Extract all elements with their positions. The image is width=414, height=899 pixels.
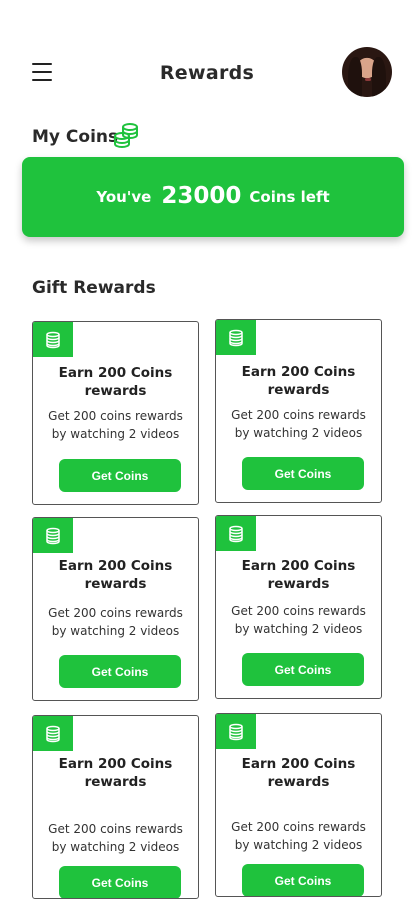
gift-rewards-heading: Gift Rewards [32,278,156,298]
card-description-line2: by watching 2 videos [51,624,180,638]
card-title: Earn 200 Coins rewards [58,558,173,592]
coin-badge [216,516,256,551]
card-description-line2: by watching 2 videos [234,622,363,636]
card-description-line1: Get 200 coins rewards [48,822,183,836]
coin-badge [216,714,256,749]
coins-icon [229,723,243,740]
coin-badge [33,518,73,553]
card-title: Earn 200 Coins rewards [58,365,173,399]
reward-card: Earn 200 Coins rewards Get 200 coins rew… [215,515,382,699]
coins-stack-icon [114,123,138,148]
card-title: Earn 200 Coins rewards [241,364,356,398]
coins-icon [229,525,243,542]
get-coins-button[interactable]: Get Coins [242,653,364,686]
card-description-line2: by watching 2 videos [51,427,180,441]
get-coins-button[interactable]: Get Coins [59,459,181,492]
card-description-line1: Get 200 coins rewards [231,408,366,422]
coin-badge [33,322,73,357]
card-title: Earn 200 Coins rewards [58,756,173,790]
card-title: Earn 200 Coins rewards [241,756,356,790]
get-coins-button[interactable]: Get Coins [59,655,181,688]
card-description-line1: Get 200 coins rewards [48,606,183,620]
coin-badge [216,320,256,355]
coins-icon [46,527,60,544]
reward-card: Earn 200 Coins rewards Get 200 coins rew… [32,715,199,899]
coin-badge [33,716,73,751]
card-description-line1: Get 200 coins rewards [48,409,183,423]
card-description-line1: Get 200 coins rewards [231,820,366,834]
reward-card: Earn 200 Coins rewards Get 200 coins rew… [32,517,199,701]
coins-icon [46,331,60,348]
my-coins-heading: My Coins [32,127,119,147]
reward-card: Earn 200 Coins rewards Get 200 coins rew… [215,319,382,503]
card-title: Earn 200 Coins rewards [241,558,356,592]
reward-card: Earn 200 Coins rewards Get 200 coins rew… [32,321,199,505]
get-coins-button[interactable]: Get Coins [242,864,364,896]
card-description-line2: by watching 2 videos [51,840,180,854]
banner-suffix: Coins left [249,188,330,206]
coins-icon [46,725,60,742]
get-coins-button[interactable]: Get Coins [59,866,181,898]
coins-amount: 23000 [161,183,242,209]
card-description-line2: by watching 2 videos [234,426,363,440]
card-description-line2: by watching 2 videos [234,838,363,852]
card-description-line1: Get 200 coins rewards [231,604,366,618]
banner-prefix: You've [96,188,152,206]
reward-card: Earn 200 Coins rewards Get 200 coins rew… [215,713,382,897]
avatar[interactable] [342,47,392,97]
coins-icon [229,329,243,346]
coins-balance-banner: You've 23000 Coins left [22,157,404,237]
get-coins-button[interactable]: Get Coins [242,457,364,490]
